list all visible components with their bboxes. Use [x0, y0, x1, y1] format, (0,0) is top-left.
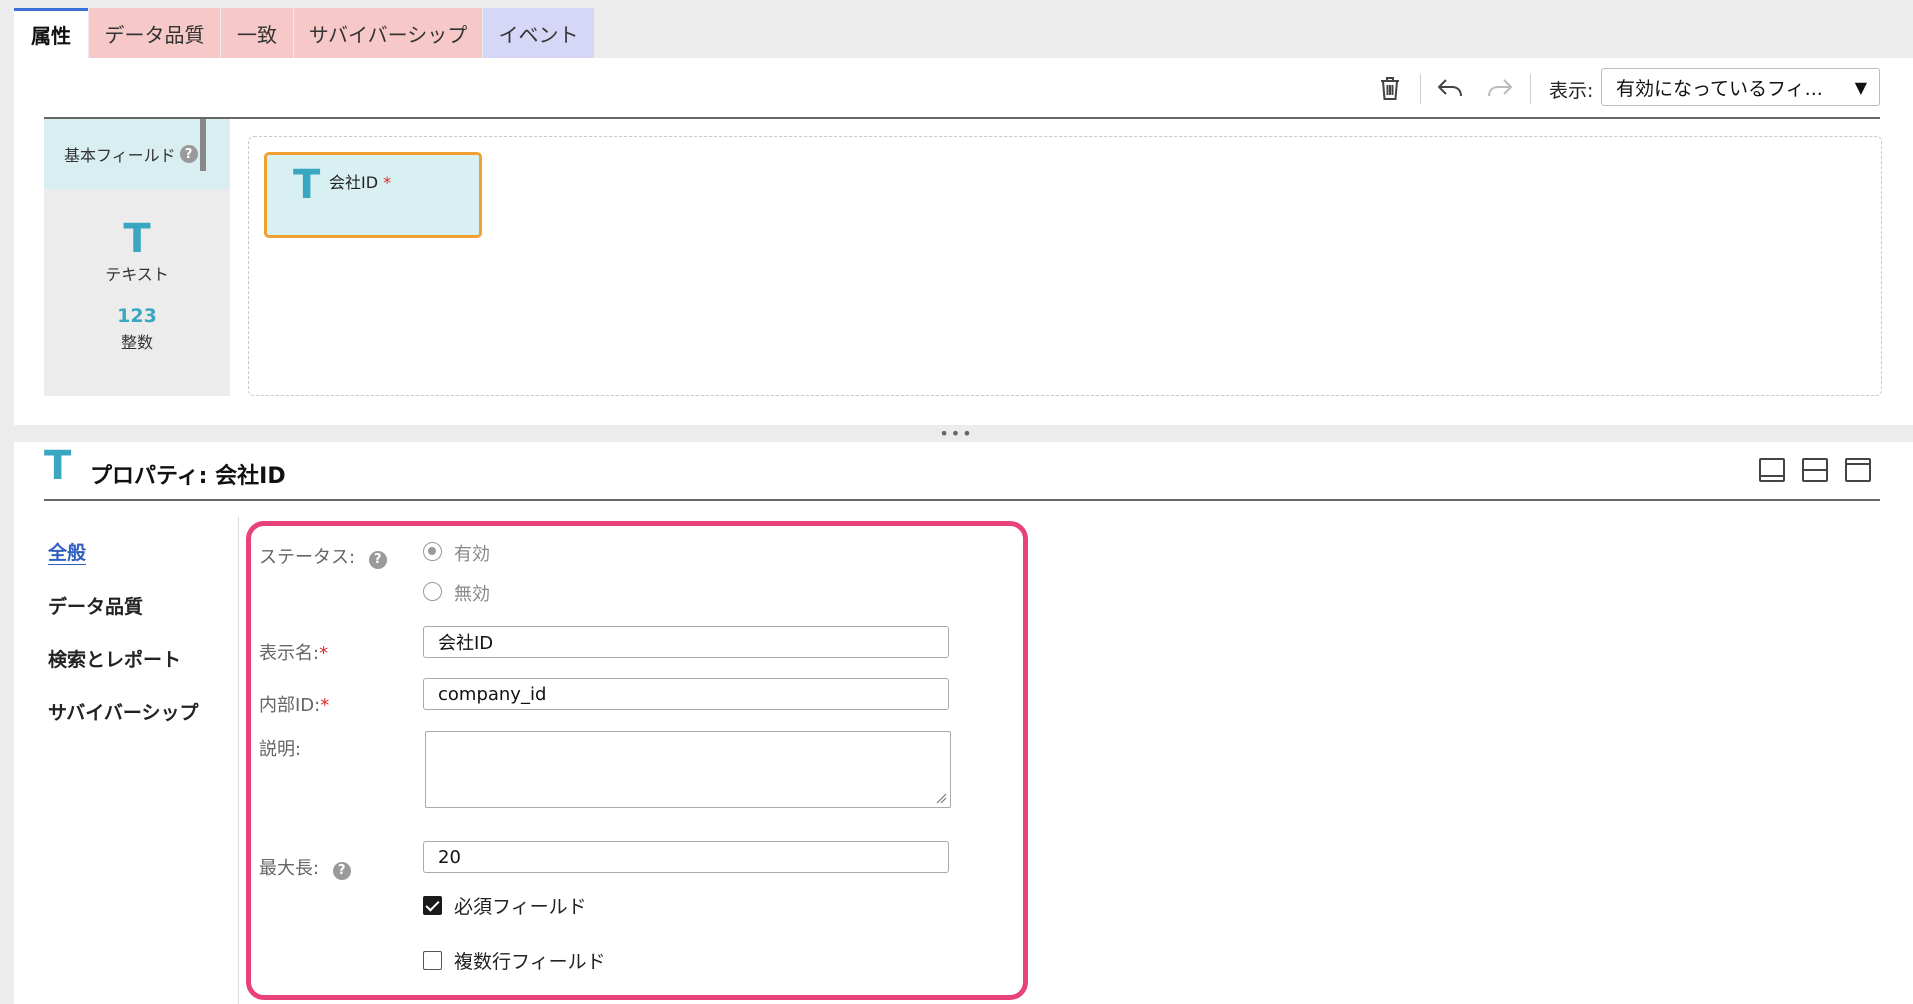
display-name-input[interactable]: 会社ID — [423, 626, 949, 658]
nav-general[interactable]: 全般 — [48, 538, 86, 565]
max-length-label: 最大長: ? — [259, 854, 351, 880]
nav-search-report[interactable]: 検索とレポート — [48, 645, 181, 672]
multiline-field-checkbox[interactable] — [423, 951, 442, 970]
tab-data-quality[interactable]: データ品質 — [89, 8, 220, 58]
field-card-company-id[interactable]: T 会社ID * — [264, 152, 482, 238]
field-designer-panel: 表示: 有効になっているフィ... ▼ 基本フィールド ? T テキスト 123… — [14, 58, 1913, 425]
view-filter-value: 有効になっているフィ... — [1616, 77, 1823, 100]
layout-split-icon[interactable] — [1802, 458, 1828, 482]
description-label: 説明: — [259, 739, 302, 760]
view-filter-label: 表示: — [1549, 80, 1594, 102]
toolbar-divider — [1420, 74, 1421, 104]
integer-type-icon: 123 — [117, 305, 157, 327]
view-filter-select[interactable]: 有効になっているフィ... ▼ — [1601, 68, 1880, 106]
palette-item-text[interactable]: T テキスト — [44, 219, 230, 285]
field-canvas[interactable] — [248, 136, 1882, 396]
palette-item-label: 整数 — [120, 333, 153, 352]
help-icon[interactable]: ? — [368, 550, 387, 569]
text-type-icon: T — [293, 162, 321, 208]
nav-survivorship[interactable]: サバイバーシップ — [48, 698, 198, 725]
text-type-icon: T — [44, 443, 72, 489]
properties-panel: T プロパティ: 会社ID 全般 データ品質 検索とレポート サバイバーシップ … — [14, 442, 1913, 1004]
palette-scrollbar[interactable] — [200, 119, 206, 171]
status-disabled-label: 無効 — [454, 584, 490, 605]
nav-divider — [238, 517, 239, 1004]
internal-id-label: 内部ID:* — [259, 695, 330, 716]
trash-icon[interactable] — [1372, 72, 1408, 104]
help-icon[interactable]: ? — [332, 861, 351, 880]
display-name-label: 表示名:* — [259, 643, 329, 664]
multiline-field-label: 複数行フィールド — [454, 951, 606, 973]
tab-attributes[interactable]: 属性 — [14, 8, 88, 58]
tab-bar: 属性 データ品質 一致 サバイバーシップ イベント — [0, 0, 1913, 58]
status-disabled-radio[interactable] — [423, 582, 442, 601]
description-textarea[interactable] — [425, 731, 951, 808]
field-card-label: 会社ID * — [329, 173, 392, 192]
palette-header-label: 基本フィールド — [64, 146, 176, 165]
chevron-down-icon: ▼ — [1854, 78, 1867, 97]
nav-data-quality[interactable]: データ品質 — [48, 592, 143, 619]
toolbar-divider — [1530, 74, 1531, 104]
max-length-input[interactable]: 20 — [423, 841, 949, 873]
toolbar-divider-line — [44, 117, 1880, 119]
required-field-label: 必須フィールド — [454, 896, 587, 918]
tab-events[interactable]: イベント — [483, 8, 594, 58]
layout-bottom-icon[interactable] — [1759, 458, 1785, 482]
redo-icon[interactable] — [1482, 72, 1518, 104]
status-enabled-label: 有効 — [454, 544, 490, 565]
status-enabled-radio[interactable] — [423, 542, 442, 561]
drag-handle-icon[interactable]: ••• — [939, 425, 973, 441]
tab-survivorship[interactable]: サバイバーシップ — [294, 8, 482, 58]
palette-item-label: テキスト — [105, 265, 169, 284]
properties-title: プロパティ: 会社ID — [90, 464, 286, 489]
status-label: ステータス: ? — [259, 543, 387, 569]
text-type-icon: T — [123, 216, 151, 262]
help-icon[interactable]: ? — [179, 145, 198, 163]
resize-grip-icon[interactable] — [933, 790, 947, 804]
undo-icon[interactable] — [1432, 72, 1468, 104]
palette-item-integer[interactable]: 123 整数 — [44, 305, 230, 353]
tab-match[interactable]: 一致 — [221, 8, 293, 58]
layout-top-icon[interactable] — [1845, 458, 1871, 482]
internal-id-input[interactable]: company_id — [423, 678, 949, 710]
panel-splitter[interactable]: ••• — [0, 425, 1913, 442]
required-field-checkbox[interactable] — [423, 896, 442, 915]
properties-divider-line — [44, 499, 1880, 501]
